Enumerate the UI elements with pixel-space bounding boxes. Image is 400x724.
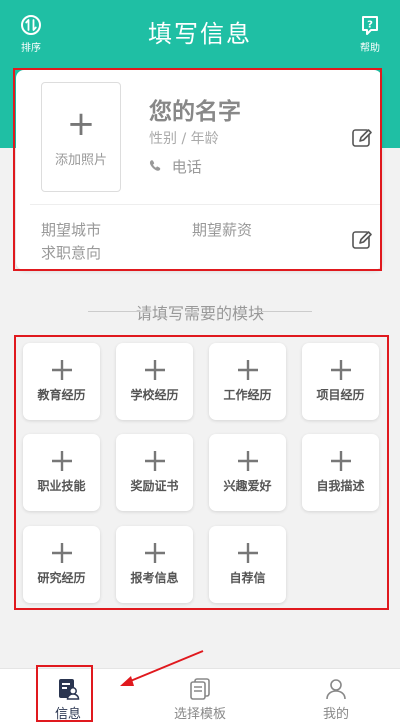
module-label: 教育经历 bbox=[37, 388, 86, 402]
module-label: 自我描述 bbox=[316, 479, 365, 493]
module-label: 工作经历 bbox=[223, 388, 272, 402]
plus-icon bbox=[144, 451, 165, 471]
page-title: 填写信息 bbox=[148, 20, 252, 48]
module-tile[interactable]: 项目经历 bbox=[302, 343, 379, 420]
section-title-text: 请填写需要的模块 bbox=[135, 304, 264, 323]
plus-icon bbox=[51, 451, 72, 471]
tab-mine-label: 我的 bbox=[322, 707, 349, 722]
plus-icon bbox=[237, 543, 258, 563]
plus-icon bbox=[330, 451, 351, 471]
section-line-right bbox=[258, 311, 312, 312]
svg-text:?: ? bbox=[367, 20, 373, 31]
module-label: 项目经历 bbox=[316, 388, 365, 402]
help-button[interactable]: ? 帮助 bbox=[348, 14, 392, 54]
module-tile[interactable]: 工作经历 bbox=[209, 343, 286, 420]
tab-select-template[interactable]: 选择模板 bbox=[170, 677, 230, 722]
module-tile[interactable]: 学校经历 bbox=[116, 343, 193, 420]
module-tile[interactable]: 职业技能 bbox=[23, 434, 100, 511]
module-label: 学校经历 bbox=[130, 388, 179, 402]
tab-template-label: 选择模板 bbox=[173, 707, 226, 722]
template-icon bbox=[190, 678, 210, 700]
module-label: 自荐信 bbox=[229, 571, 266, 585]
module-label: 职业技能 bbox=[37, 479, 86, 493]
tab-mine[interactable]: 我的 bbox=[316, 677, 356, 722]
plus-icon bbox=[51, 543, 72, 563]
module-tile[interactable]: 自我描述 bbox=[302, 434, 379, 511]
module-tile[interactable]: 奖励证书 bbox=[116, 434, 193, 511]
help-icon: ? bbox=[362, 16, 378, 35]
module-label: 研究经历 bbox=[37, 571, 86, 585]
plus-icon bbox=[144, 360, 165, 380]
annotation-box-tab bbox=[36, 665, 93, 722]
module-label: 奖励证书 bbox=[130, 479, 179, 493]
module-tile[interactable]: 教育经历 bbox=[23, 343, 100, 420]
plus-icon bbox=[144, 543, 165, 563]
header: 排序 填写信息 ? 帮助 bbox=[0, 0, 400, 62]
module-tile[interactable]: 自荐信 bbox=[209, 526, 286, 603]
module-label: 报考信息 bbox=[130, 571, 179, 585]
module-tile[interactable]: 研究经历 bbox=[23, 526, 100, 603]
plus-icon bbox=[237, 451, 258, 471]
plus-icon bbox=[330, 360, 351, 380]
module-label: 兴趣爱好 bbox=[223, 479, 272, 493]
help-label: 帮助 bbox=[360, 43, 380, 54]
module-tile[interactable]: 报考信息 bbox=[116, 526, 193, 603]
module-tile[interactable]: 兴趣爱好 bbox=[209, 434, 286, 511]
plus-icon bbox=[237, 360, 258, 380]
annotation-box-profile bbox=[13, 68, 382, 271]
person-icon bbox=[326, 679, 346, 700]
section-line-left bbox=[88, 311, 142, 312]
section-title: 请填写需要的模块 bbox=[0, 300, 400, 324]
plus-icon bbox=[51, 360, 72, 380]
